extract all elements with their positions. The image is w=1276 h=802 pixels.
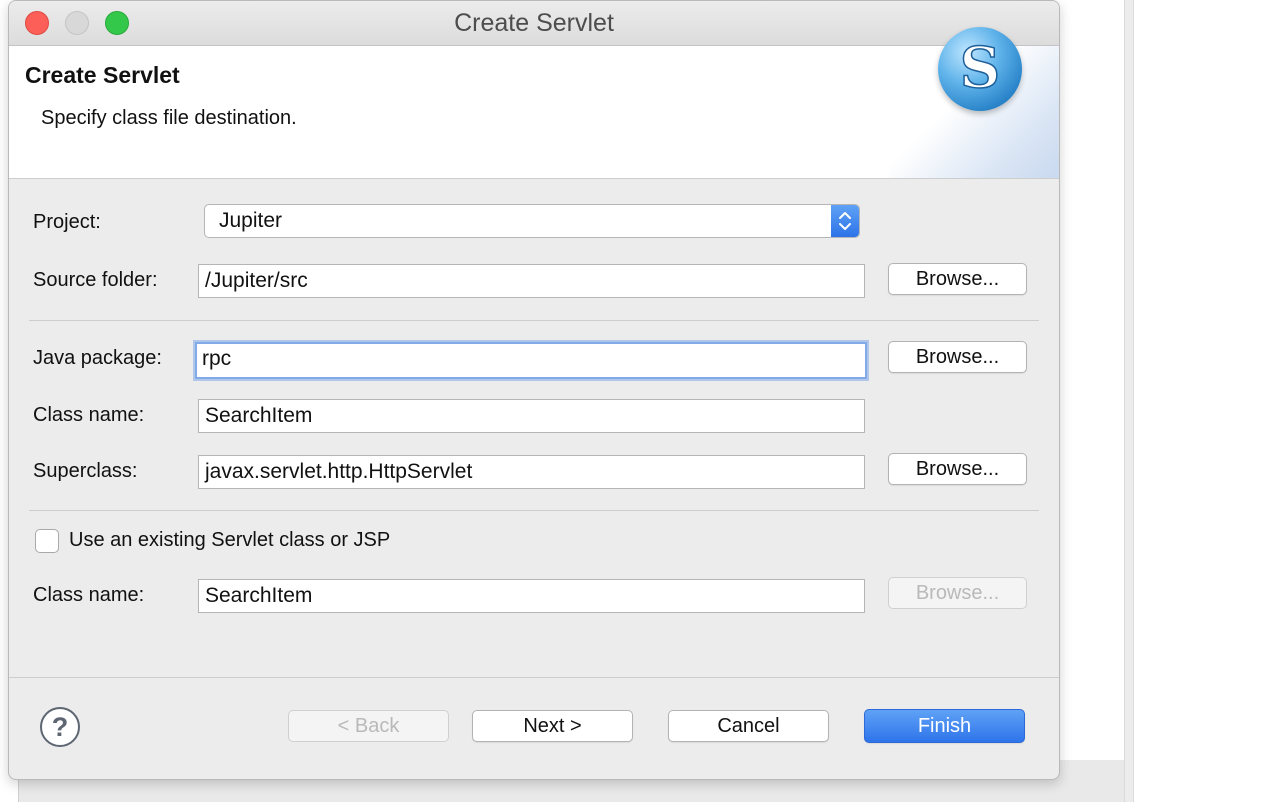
select-chevron-icon — [831, 205, 859, 237]
project-select[interactable]: Jupiter — [204, 204, 860, 238]
section-separator — [29, 510, 1039, 511]
create-servlet-dialog: Create Servlet Create Servlet Specify cl… — [8, 0, 1060, 780]
wizard-title: Create Servlet — [25, 62, 180, 88]
help-icon[interactable]: ? — [40, 707, 80, 747]
finish-button[interactable]: Finish — [864, 709, 1025, 743]
project-label: Project: — [33, 211, 101, 233]
source-folder-label: Source folder: — [33, 269, 158, 291]
existing-class-name-label: Class name: — [33, 584, 145, 606]
class-name-field[interactable]: SearchItem — [198, 399, 865, 433]
back-button[interactable]: < Back — [288, 710, 449, 742]
browse-existing-class-button[interactable]: Browse... — [888, 577, 1027, 609]
browse-superclass-button[interactable]: Browse... — [888, 453, 1027, 485]
source-folder-field[interactable]: /Jupiter/src — [198, 264, 865, 298]
superclass-label: Superclass: — [33, 460, 138, 482]
background-divider — [1124, 0, 1134, 802]
wizard-header: Create Servlet Specify class file destin… — [9, 46, 1059, 179]
java-package-label: Java package: — [33, 347, 162, 369]
footer-separator — [9, 677, 1059, 678]
servlet-logo-icon: S — [938, 27, 1022, 111]
superclass-field[interactable]: javax.servlet.http.HttpServlet — [198, 455, 865, 489]
use-existing-checkbox[interactable] — [35, 529, 59, 553]
servlet-logo-letter: S — [960, 35, 1000, 101]
class-name-label: Class name: — [33, 404, 145, 426]
next-button[interactable]: Next > — [472, 710, 633, 742]
project-select-value: Jupiter — [219, 209, 283, 232]
browse-source-folder-button[interactable]: Browse... — [888, 263, 1027, 295]
section-separator — [29, 320, 1039, 321]
cancel-button[interactable]: Cancel — [668, 710, 829, 742]
use-existing-label[interactable]: Use an existing Servlet class or JSP — [69, 529, 390, 552]
existing-class-name-field[interactable]: SearchItem — [198, 579, 865, 613]
browse-java-package-button[interactable]: Browse... — [888, 341, 1027, 373]
java-package-field[interactable]: rpc — [195, 342, 867, 379]
window-title: Create Servlet — [454, 9, 614, 37]
title-bar: Create Servlet — [9, 1, 1059, 46]
wizard-description: Specify class file destination. — [41, 107, 297, 129]
